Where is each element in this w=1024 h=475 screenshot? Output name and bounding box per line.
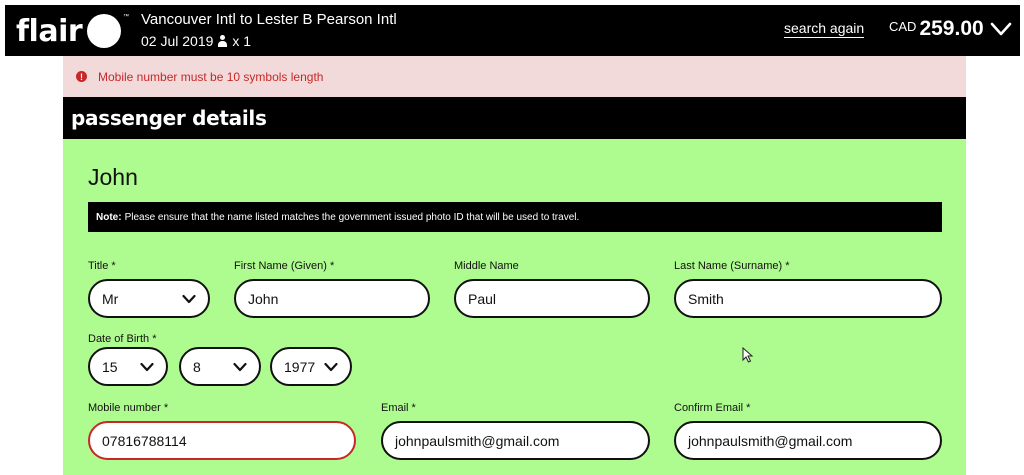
email-label: Email *	[381, 402, 416, 414]
note-text: Please ensure that the name listed match…	[124, 211, 580, 223]
chevron-down-icon	[233, 362, 247, 371]
title-select[interactable]: Mr	[88, 279, 210, 318]
user-icon	[217, 35, 228, 47]
route-title: Vancouver Intl to Lester B Pearson Intl	[141, 11, 397, 28]
first-name-label: First Name (Given) *	[234, 260, 335, 272]
mobile-label: Mobile number *	[88, 402, 169, 414]
flair-logo[interactable]: flair ™	[16, 11, 129, 51]
dob-year-value: 1977	[284, 358, 316, 375]
error-banner: ! Mobile number must be 10 symbols lengt…	[63, 56, 966, 97]
chevron-down-icon	[324, 362, 338, 371]
cursor-icon	[742, 347, 754, 363]
search-again-link[interactable]: search again	[784, 20, 865, 38]
dob-day-value: 15	[102, 358, 118, 375]
last-name-label: Last Name (Surname) *	[674, 260, 790, 272]
dob-month-select[interactable]: 8	[179, 347, 261, 386]
price-currency: CAD	[889, 19, 917, 34]
logo-text: flair	[16, 13, 83, 49]
page: flair ™ Vancouver Intl to Lester B Pears…	[0, 0, 1024, 475]
section-title: passenger details	[71, 106, 267, 130]
error-message: Mobile number must be 10 symbols length	[98, 69, 324, 84]
logo-circle-icon: ™	[87, 14, 129, 48]
first-name-value: John	[248, 290, 279, 307]
dob-label: Date of Birth *	[88, 333, 157, 345]
id-note: Note: Please ensure that the name listed…	[88, 202, 942, 232]
price-amount: 259.00	[919, 17, 984, 40]
error-icon: !	[76, 71, 87, 82]
main-content: ! Mobile number must be 10 symbols lengt…	[63, 56, 966, 475]
travel-date: 02 Jul 2019	[141, 33, 214, 49]
email-field[interactable]: johnpaulsmith@gmail.com	[381, 421, 650, 460]
first-name-field[interactable]: John	[234, 279, 430, 318]
top-header: flair ™ Vancouver Intl to Lester B Pears…	[5, 5, 1020, 56]
last-name-value: Smith	[688, 290, 724, 307]
confirm-email-label: Confirm Email *	[674, 402, 751, 414]
middle-name-field[interactable]: Paul	[454, 279, 650, 318]
route-details: 02 Jul 2019 x 1	[141, 33, 397, 49]
note-label: Note:	[96, 211, 122, 223]
middle-name-label: Middle Name	[454, 260, 519, 272]
passenger-count: x 1	[232, 33, 252, 49]
title-label: Title *	[88, 260, 116, 272]
chevron-down-icon	[140, 362, 154, 371]
middle-name-value: Paul	[468, 290, 497, 307]
confirm-email-field[interactable]: johnpaulsmith@gmail.com	[674, 421, 942, 460]
dob-day-select[interactable]: 15	[88, 347, 168, 386]
confirm-email-value: johnpaulsmith@gmail.com	[688, 432, 853, 449]
dob-year-select[interactable]: 1977	[270, 347, 352, 386]
last-name-field[interactable]: Smith	[674, 279, 942, 318]
title-value: Mr	[102, 290, 119, 307]
route-summary: Vancouver Intl to Lester B Pearson Intl …	[141, 11, 397, 49]
mobile-number-value: 07816788114	[102, 432, 187, 449]
section-header: passenger details	[63, 97, 966, 139]
price-summary-toggle[interactable]: CAD 259.00	[889, 17, 1012, 41]
email-value: johnpaulsmith@gmail.com	[395, 432, 560, 449]
dob-month-value: 8	[193, 358, 201, 375]
mobile-number-field[interactable]: 07816788114	[88, 421, 356, 460]
chevron-down-icon	[990, 22, 1011, 36]
chevron-down-icon	[182, 294, 196, 303]
logo-trademark: ™	[123, 14, 130, 20]
passenger-name: John	[88, 164, 138, 190]
